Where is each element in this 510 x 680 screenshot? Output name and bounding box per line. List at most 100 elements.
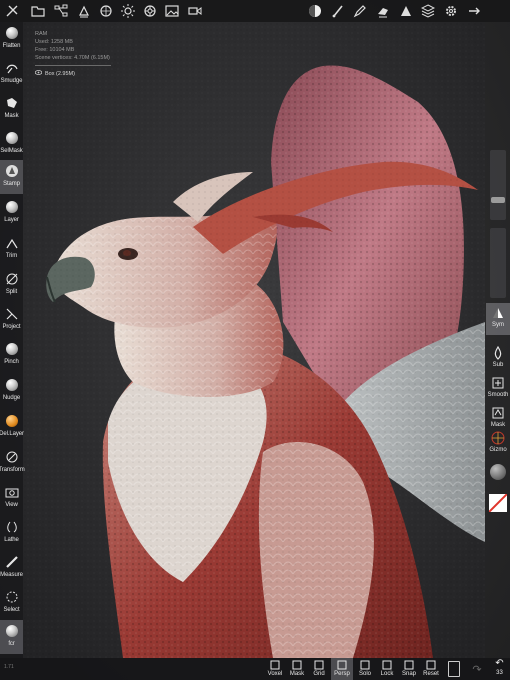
settings-wheel-icon[interactable] (142, 3, 158, 19)
smooth-icon (491, 376, 505, 390)
tool-trim[interactable]: Trim (0, 232, 23, 266)
tool-nudge[interactable]: Nudge (0, 374, 23, 408)
bottom-tool-reset[interactable]: Reset (420, 658, 442, 680)
scene-vertices: Scene vertices: 4.70M (6.15M) (35, 55, 110, 61)
grid-icon (314, 660, 324, 670)
project-icon (5, 307, 19, 321)
view-icon (5, 485, 19, 499)
image-icon[interactable] (164, 3, 180, 19)
tool-layer[interactable]: Layer (0, 196, 23, 230)
right-tool-gizmo[interactable]: Gizmo (486, 428, 510, 460)
camera-icon[interactable] (398, 3, 414, 19)
ram-label: RAM (35, 31, 48, 37)
tool-fcr[interactable]: fcr (0, 620, 23, 654)
undo-button[interactable]: ↶ 33 (489, 658, 510, 680)
pinch-icon (5, 342, 19, 356)
right-tool-smooth[interactable]: Smooth (486, 373, 510, 405)
tool-selmask[interactable]: SelMask (0, 127, 23, 161)
version-label: 1.71 (4, 664, 14, 670)
device-icon[interactable] (448, 661, 460, 677)
tool-dellayer[interactable]: Del.Layer (0, 410, 24, 444)
eye-icon[interactable] (34, 70, 43, 78)
tool-pinch[interactable]: Pinch (0, 338, 23, 372)
sun-icon[interactable] (120, 3, 136, 19)
tool-label: Del.Layer (0, 431, 24, 437)
pen-icon[interactable] (352, 3, 368, 19)
tool-label: Measure (0, 572, 23, 578)
measure-icon (5, 555, 19, 569)
tool-view[interactable]: View (0, 481, 23, 515)
material-ball-icon[interactable] (307, 3, 323, 19)
tool-mask[interactable]: Mask (0, 92, 23, 126)
bottom-tool-lock[interactable]: Lock (376, 658, 398, 680)
bottom-tool-voxel[interactable]: Voxel (264, 658, 286, 680)
bottom-tool-grid[interactable]: Grid (308, 658, 330, 680)
bottom-tool-persp[interactable]: Persp (331, 658, 353, 680)
undo-count: 33 (496, 670, 503, 676)
lock-icon (382, 660, 392, 670)
tool-label: Transform (0, 467, 25, 473)
radius-slider[interactable] (490, 150, 506, 220)
stamp-icon (5, 164, 19, 178)
tool-stamp[interactable]: Stamp (0, 160, 23, 194)
tool-measure[interactable]: Measure (0, 551, 23, 585)
intensity-slider[interactable] (490, 228, 506, 298)
tool-split[interactable]: Split (0, 268, 23, 302)
gear-icon[interactable] (443, 3, 459, 19)
sub-icon (491, 346, 505, 360)
tools-icon[interactable] (4, 3, 20, 19)
voxel-icon (270, 660, 280, 670)
tool-label: Flatten (2, 43, 21, 49)
bottom-tool-label: Grid (313, 671, 325, 677)
scene-graph-icon[interactable] (53, 3, 69, 19)
tool-label: SelMask (0, 148, 23, 154)
right-tool-label: Gizmo (489, 447, 507, 453)
fcr-icon (5, 624, 19, 638)
paint-icon[interactable] (375, 3, 391, 19)
flatten-icon (5, 26, 19, 40)
bottom-tool-snap[interactable]: Snap (398, 658, 420, 680)
reset-icon (426, 660, 436, 670)
layers-icon[interactable] (420, 3, 436, 19)
bottom-tool-solo[interactable]: Solo (354, 658, 376, 680)
right-tool-label: Sub (492, 362, 504, 368)
color-swatch[interactable] (489, 494, 507, 512)
bottom-tool-label: Snap (401, 671, 416, 677)
triangle-menu-icon[interactable] (76, 3, 92, 19)
tool-label: Smudge (0, 78, 23, 84)
bottom-tool-mask[interactable]: Mask (286, 658, 308, 680)
mask-icon (5, 96, 19, 110)
tool-project[interactable]: Project (0, 303, 23, 337)
gizmo-icon (491, 431, 505, 445)
more-icon[interactable] (466, 3, 482, 19)
material-icon[interactable] (98, 3, 114, 19)
redo-icon[interactable]: ↷ (470, 659, 484, 679)
select-icon (5, 590, 19, 604)
tool-smudge[interactable]: Smudge (0, 57, 23, 91)
tool-label: Pinch (4, 359, 19, 365)
trim-icon (5, 236, 19, 250)
video-icon[interactable] (187, 3, 203, 19)
right-tool-sub[interactable]: Sub (486, 343, 510, 375)
material-preview-ball[interactable] (490, 464, 506, 480)
tool-label: Trim (5, 253, 18, 259)
nudge-icon (5, 378, 19, 392)
bottom-tool-label: Persp (334, 671, 350, 677)
tool-select[interactable]: Select (0, 586, 23, 620)
sculpted-griffin-model (23, 22, 485, 658)
right-tool-sym[interactable]: Sym (486, 303, 510, 335)
right-tool-label: Smooth (487, 392, 509, 398)
radius-slider-knob[interactable] (491, 197, 505, 203)
brush-icon[interactable] (330, 3, 346, 19)
lathe-icon (5, 520, 19, 534)
tool-label: Layer (4, 217, 19, 223)
tool-flatten[interactable]: Flatten (0, 22, 23, 56)
viewport[interactable] (23, 22, 485, 658)
tool-transform[interactable]: Transform (0, 446, 25, 480)
transform-icon (5, 450, 19, 464)
mesh-row[interactable]: Box (2.95M) (34, 70, 111, 78)
tool-lathe[interactable]: Lathe (0, 516, 23, 550)
ram-used: Used: 1258 MB (35, 39, 73, 45)
snap-icon (404, 660, 414, 670)
folder-icon[interactable] (30, 3, 46, 19)
